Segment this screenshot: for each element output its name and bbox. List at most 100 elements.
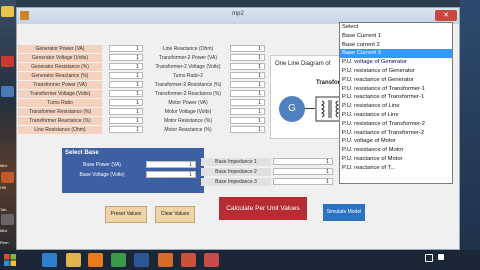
motor-resistance-input[interactable]: 1 bbox=[230, 117, 265, 124]
select-base-title: Select Base bbox=[65, 150, 99, 156]
field-label: Generator Reactance (%) bbox=[18, 72, 102, 80]
field-label: Generator Voltage (Volts) bbox=[18, 54, 102, 62]
field-label: Transformer-2 Voltage (Volts) bbox=[155, 64, 221, 70]
field-label: Transformer Voltage (Volts) bbox=[18, 90, 102, 98]
select-base-panel: Select Base Base Power (VA) 1 Base Volta… bbox=[62, 148, 204, 193]
dropdown-item-selected[interactable]: Base Current 3 bbox=[340, 49, 452, 59]
transformer2-reactance-input[interactable]: 1 bbox=[230, 90, 265, 97]
transformer-reactance-input[interactable]: 1 bbox=[109, 117, 143, 124]
field-label: Generator Power (VA) bbox=[18, 45, 102, 53]
dropdown-item[interactable]: P.U. resistance of Motor bbox=[340, 146, 452, 155]
dropdown-item[interactable]: P.U. resistance of Generator bbox=[340, 67, 452, 76]
field-label: Transformer Power (VA) bbox=[18, 81, 102, 89]
turns-ratio-input[interactable]: 1 bbox=[109, 99, 143, 106]
desktop-app-icon[interactable] bbox=[1, 86, 14, 97]
line-resistance-input[interactable]: 1 bbox=[109, 126, 143, 133]
transformer-power-input[interactable]: 1 bbox=[109, 81, 143, 88]
simulate-model-button[interactable]: Simulate Model bbox=[323, 204, 365, 221]
desktop-icon-label: Rem bbox=[0, 240, 9, 245]
field-label: Line Resistance (Ohm) bbox=[18, 126, 102, 134]
base-power-input[interactable]: 1 bbox=[146, 161, 196, 168]
motor-reactance-input[interactable]: 1 bbox=[230, 126, 265, 133]
field-label: Generator Resistance (%) bbox=[18, 63, 102, 71]
line-reactance-input[interactable]: 1 bbox=[230, 45, 265, 52]
base-impedance-1-output: 1 bbox=[273, 158, 333, 165]
calculate-per-unit-button[interactable]: Calculate Per Unit Values bbox=[219, 197, 307, 220]
explorer-icon[interactable] bbox=[66, 253, 81, 267]
desktop-right-strip bbox=[460, 0, 480, 250]
dropdown-item[interactable]: Select bbox=[340, 23, 452, 32]
transformer2-voltage-input[interactable]: 1 bbox=[230, 63, 265, 70]
dropdown-item[interactable]: P.U. reactance of Transformer-2 bbox=[340, 129, 452, 138]
figure-icon[interactable] bbox=[204, 253, 219, 267]
desktop-folder-icon[interactable] bbox=[1, 6, 14, 17]
dropdown-item[interactable]: P.U. reactance of T... bbox=[340, 164, 452, 173]
paint-icon[interactable] bbox=[181, 253, 196, 267]
chrome-icon[interactable] bbox=[111, 253, 126, 267]
transformer2-power-input[interactable]: 1 bbox=[230, 54, 265, 61]
ie-icon[interactable] bbox=[42, 253, 57, 267]
base-impedance-3-output: 1 bbox=[273, 178, 333, 185]
transformer2-resistance-input[interactable]: 1 bbox=[230, 81, 265, 88]
window-title: mp2 bbox=[232, 11, 244, 17]
field-label: Transformer-2 Resistance (%) bbox=[154, 82, 222, 88]
transformer-resistance-input[interactable]: 1 bbox=[109, 108, 143, 115]
desktop-icon-label: Micr bbox=[0, 163, 8, 168]
turns-ratio2-input[interactable]: 1 bbox=[230, 72, 265, 79]
media-icon[interactable] bbox=[88, 253, 103, 267]
generator-voltage-input[interactable]: 1 bbox=[109, 54, 143, 61]
dropdown-item[interactable]: P.U. reactance of Line bbox=[340, 111, 452, 120]
desktop-left-strip: Micr Offi Tab Micr Rem bbox=[0, 0, 16, 250]
motor-power-input[interactable]: 1 bbox=[230, 99, 265, 106]
dropdown-item[interactable]: P.U. reactance of Transformer-1 bbox=[340, 93, 452, 102]
dropdown-item[interactable]: P.U. voltage of Generator bbox=[340, 58, 452, 67]
matlab-icon[interactable] bbox=[158, 253, 173, 267]
desktop-app-icon[interactable] bbox=[1, 214, 14, 225]
field-label: Transformer Reactance (%) bbox=[18, 117, 102, 125]
close-button[interactable]: ✕ bbox=[435, 10, 457, 21]
connector-line bbox=[305, 108, 315, 109]
dropdown-item[interactable]: P.U. resistance of Line bbox=[340, 102, 452, 111]
transformer-voltage-input[interactable]: 1 bbox=[109, 90, 143, 97]
dropdown-item[interactable]: P.U. resistance of Transformer-1 bbox=[340, 85, 452, 94]
field-label: Transformer-2 Reactance (%) bbox=[155, 91, 221, 97]
dropdown-item[interactable]: Base Current 1 bbox=[340, 32, 452, 41]
dropdown-item[interactable]: Base current 2 bbox=[340, 41, 452, 50]
word-icon[interactable] bbox=[134, 253, 149, 267]
field-label: Motor Voltage (Volts) bbox=[164, 109, 212, 115]
desktop-app-icon[interactable] bbox=[1, 56, 14, 67]
field-label: Motor Resistance (%) bbox=[163, 118, 213, 124]
field-label: Base Voltage (Volts) bbox=[79, 172, 125, 178]
generator-reactance-input[interactable]: 1 bbox=[109, 72, 143, 79]
field-label: Line Reactance (Ohm) bbox=[162, 46, 214, 52]
network-icon[interactable] bbox=[425, 254, 433, 262]
diagram-title: One Line Diagram of bbox=[275, 61, 331, 67]
desktop-icon-label: Micr bbox=[0, 228, 8, 233]
field-label: Base Power (VA) bbox=[83, 162, 121, 168]
generator-icon: G bbox=[279, 96, 305, 122]
dropdown-item[interactable]: P.U. resistance of Transformer-2 bbox=[340, 120, 452, 129]
dropdown-item[interactable]: P.U. voltage of Motor bbox=[340, 137, 452, 146]
desktop-app-icon[interactable] bbox=[1, 172, 14, 183]
field-label: Motor Power (VA) bbox=[168, 100, 208, 106]
start-icon[interactable] bbox=[3, 253, 17, 267]
field-label: Transformer Resistance (%) bbox=[18, 108, 102, 116]
volume-icon[interactable] bbox=[438, 254, 444, 260]
clear-values-button[interactable]: Clear Values bbox=[155, 206, 195, 223]
base-voltage-input[interactable]: 1 bbox=[146, 171, 196, 178]
motor-voltage-input[interactable]: 1 bbox=[230, 108, 265, 115]
field-label: Base Impedance 3 bbox=[201, 178, 271, 186]
field-label: Turns Ratio bbox=[18, 99, 102, 107]
results-dropdown-list[interactable]: Select Base Current 1 Base current 2 Bas… bbox=[339, 22, 453, 184]
generator-resistance-input[interactable]: 1 bbox=[109, 63, 143, 70]
dropdown-item[interactable]: P.U. reactance of Motor bbox=[340, 155, 452, 164]
generator-power-input[interactable]: 1 bbox=[109, 45, 143, 52]
preset-values-button[interactable]: Preset Values bbox=[105, 206, 147, 223]
field-label: Motor Reactance (%) bbox=[164, 127, 212, 133]
base-impedance-2-output: 1 bbox=[273, 168, 333, 175]
field-label: Turns Ratio-2 bbox=[172, 73, 204, 79]
dropdown-item[interactable]: P.U. reactance of Generator bbox=[340, 76, 452, 85]
taskbar bbox=[0, 250, 480, 270]
desktop-icon-label: Offi bbox=[0, 185, 7, 190]
field-label: Base Impedance 2 bbox=[201, 168, 271, 176]
